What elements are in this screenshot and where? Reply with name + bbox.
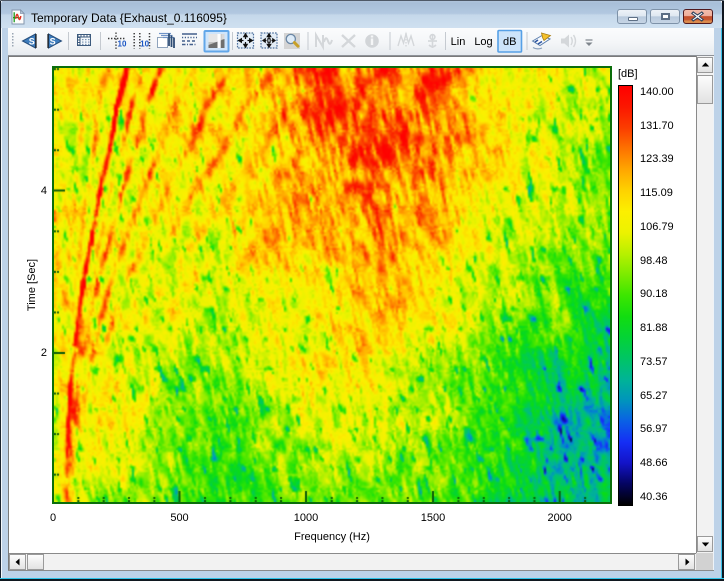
svg-text:Log: Log — [474, 36, 492, 48]
svg-text:S: S — [50, 36, 56, 46]
svg-text:10: 10 — [118, 40, 127, 49]
svg-text:10: 10 — [140, 40, 149, 49]
svg-text:Lin: Lin — [451, 36, 466, 48]
svg-text:S: S — [29, 36, 35, 46]
svg-text:dB: dB — [503, 36, 516, 48]
